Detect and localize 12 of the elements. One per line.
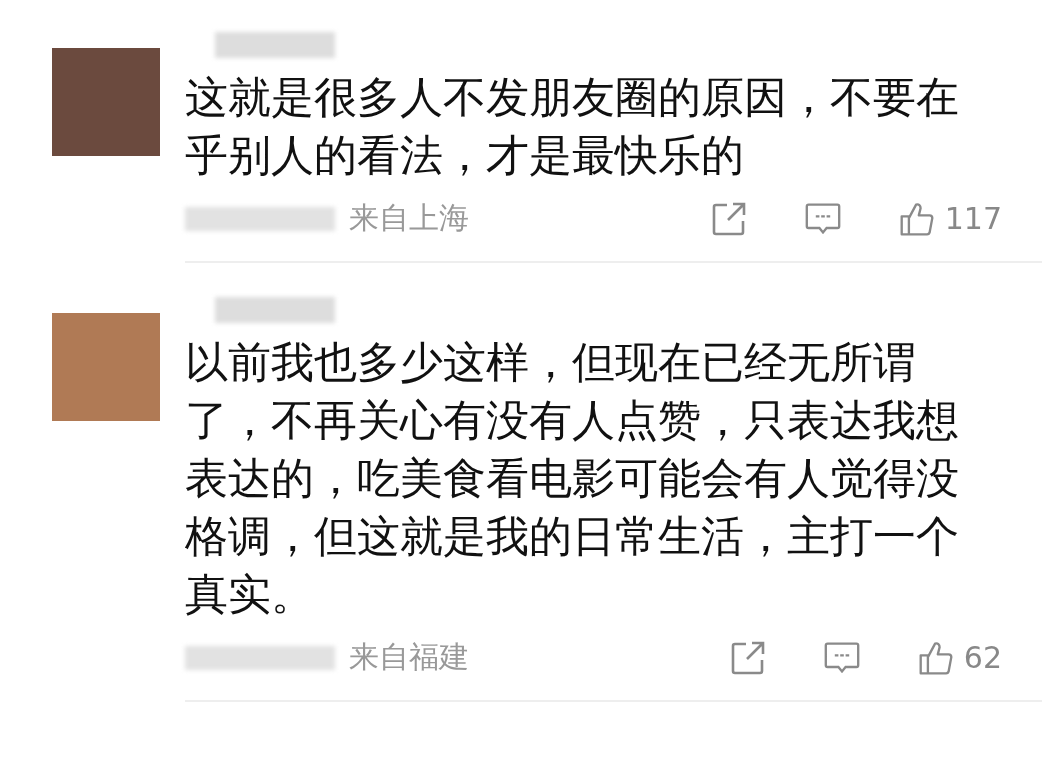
comment-icon[interactable] (823, 639, 860, 676)
location-label: 来自福建 (349, 638, 469, 676)
thumbs-up-icon[interactable] (917, 639, 954, 676)
thumbs-up-icon[interactable] (898, 200, 935, 237)
like-count: 117 (944, 201, 1002, 236)
share-icon[interactable] (729, 639, 766, 676)
comment-text: 这就是很多人不发朋友圈的原因，不要在乎别人的看法，才是最快乐的 (185, 71, 960, 182)
share-icon[interactable] (710, 200, 747, 237)
comment-icon[interactable] (804, 200, 841, 237)
like-count: 62 (963, 640, 1002, 675)
location-label: 来自上海 (349, 199, 469, 237)
comment-text: 以前我也多少这样，但现在已经无所谓了，不再关心有没有人点赞，只表达我想表达的，吃美食看电影可能会有人觉得没格调，但这就是我的日常生活，主打一个真实。 (185, 336, 960, 621)
